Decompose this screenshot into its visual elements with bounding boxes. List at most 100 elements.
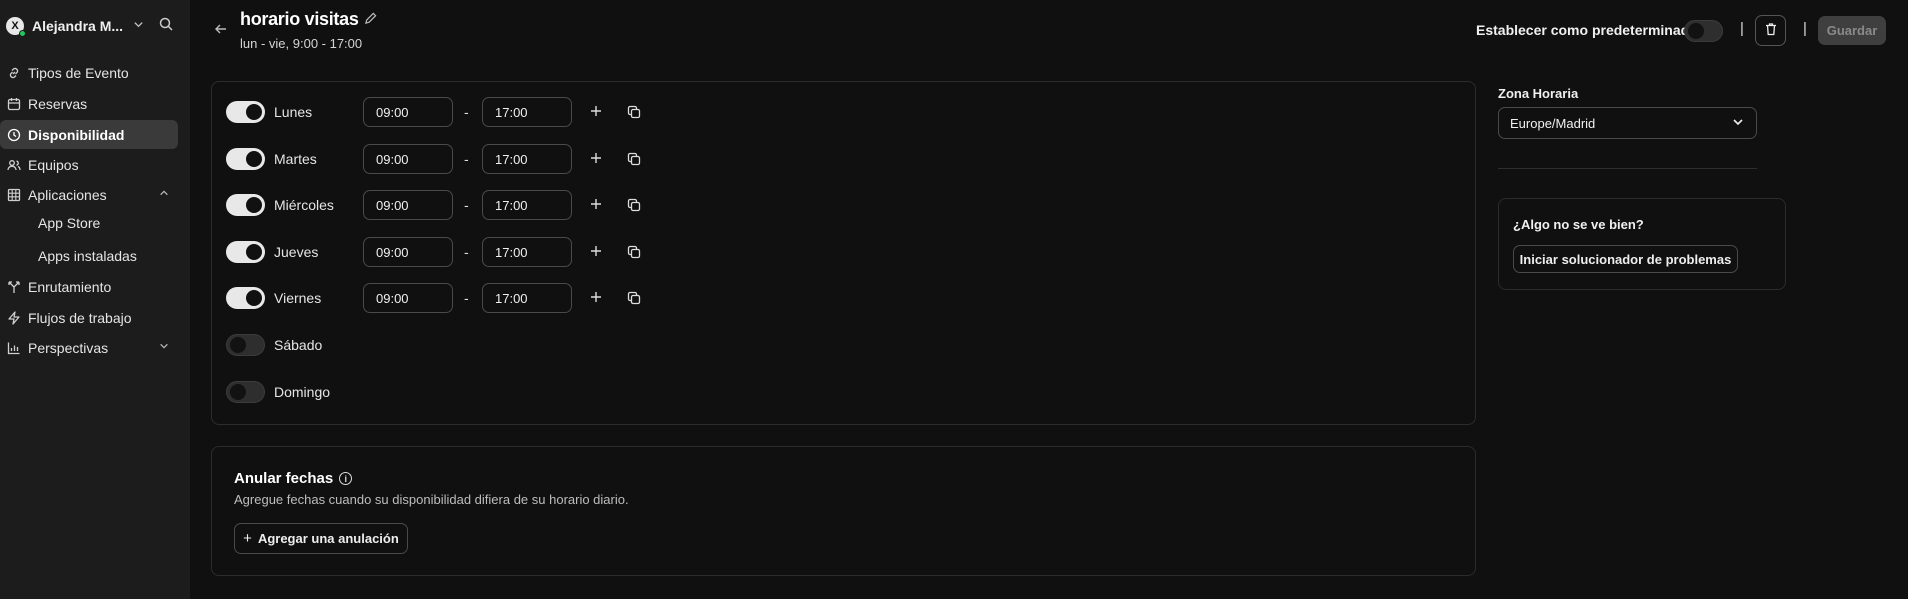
day-label: Miércoles: [274, 197, 334, 213]
save-button[interactable]: Guardar: [1818, 16, 1886, 45]
time-range-separator: -: [464, 151, 469, 167]
back-arrow-icon[interactable]: [214, 22, 228, 40]
user-name: Alejandra M...: [32, 18, 124, 34]
info-icon[interactable]: i: [339, 472, 353, 485]
sidebar-item-event-types[interactable]: Tipos de Evento: [0, 58, 178, 87]
copy-times-icon[interactable]: [627, 291, 643, 307]
start-time-input[interactable]: 09:00: [363, 237, 453, 267]
sidebar-item-label: Equipos: [28, 156, 79, 173]
calendar-icon: [7, 97, 21, 111]
sidebar-item-workflows[interactable]: Flujos de trabajo: [0, 303, 178, 332]
day-toggle[interactable]: [226, 194, 265, 216]
launch-troubleshooter-button[interactable]: Iniciar solucionador de problemas: [1513, 245, 1738, 273]
time-range-separator: -: [464, 197, 469, 213]
page-subtitle: lun - vie, 9:00 - 17:00: [240, 36, 363, 51]
sidebar: X Alejandra M... Tipos de Evento Reserva…: [0, 0, 190, 599]
sidebar-item-label: Disponibilidad: [28, 126, 125, 143]
day-toggle[interactable]: [226, 334, 265, 356]
copy-times-icon[interactable]: [627, 245, 643, 261]
sidebar-item-label: Aplicaciones: [28, 186, 107, 203]
link-icon: [7, 66, 21, 80]
day-label: Viernes: [274, 290, 322, 306]
sidebar-item-teams[interactable]: Equipos: [0, 150, 178, 179]
time-range-separator: -: [464, 104, 469, 120]
time-range-separator: -: [464, 244, 469, 260]
clock-icon: [7, 128, 21, 142]
add-time-slot-icon[interactable]: [590, 242, 602, 262]
sidebar-subitem-label: Apps instaladas: [38, 248, 137, 264]
delete-button[interactable]: [1755, 15, 1786, 46]
zap-icon: [7, 310, 21, 325]
page-title: horario visitas: [240, 9, 377, 30]
date-overrides-title: Anular fechas i: [234, 470, 353, 487]
add-time-slot-icon[interactable]: [590, 102, 602, 122]
split-icon: [7, 280, 21, 294]
add-time-slot-icon[interactable]: [590, 288, 602, 308]
grid-icon: [7, 188, 21, 202]
end-time-input[interactable]: 17:00: [482, 144, 572, 174]
end-time-input[interactable]: 17:00: [482, 190, 572, 220]
chevron-down-icon: [159, 341, 169, 354]
copy-times-icon[interactable]: [627, 198, 643, 214]
trash-icon: [1764, 22, 1778, 39]
start-time-input[interactable]: 09:00: [363, 190, 453, 220]
copy-times-icon[interactable]: [627, 105, 643, 121]
day-label: Lunes: [274, 104, 313, 120]
sidebar-item-apps[interactable]: Aplicaciones: [0, 180, 178, 209]
pencil-icon[interactable]: [364, 12, 377, 28]
set-default-toggle[interactable]: [1684, 20, 1723, 42]
sidebar-item-label: Tipos de Evento: [28, 64, 129, 81]
timezone-select[interactable]: Europe/Madrid: [1498, 107, 1757, 139]
day-toggle[interactable]: [226, 241, 265, 263]
end-time-input[interactable]: 17:00: [482, 237, 572, 267]
date-overrides-card: [211, 446, 1476, 576]
sidebar-item-insights[interactable]: Perspectivas: [0, 333, 178, 362]
copy-times-icon[interactable]: [627, 152, 643, 168]
day-toggle[interactable]: [226, 381, 265, 403]
sidebar-subitem-installed-apps[interactable]: Apps instaladas: [38, 243, 137, 269]
set-default-label: Establecer como predeterminado: [1476, 22, 1698, 38]
day-label: Domingo: [274, 384, 331, 400]
sidebar-item-label: Reservas: [28, 95, 88, 112]
day-toggle[interactable]: [226, 287, 265, 309]
avatar-initial: X: [11, 20, 19, 32]
sidebar-item-routing[interactable]: Enrutamiento: [0, 272, 178, 301]
add-override-button[interactable]: + Agregar una anulación: [234, 523, 408, 554]
chevron-up-icon: [159, 188, 169, 201]
plus-icon: +: [243, 530, 252, 547]
divider: |: [1740, 20, 1744, 37]
end-time-input[interactable]: 17:00: [482, 283, 572, 313]
search-icon[interactable]: [158, 16, 178, 36]
sidebar-item-bookings[interactable]: Reservas: [0, 89, 178, 118]
add-time-slot-icon[interactable]: [590, 149, 602, 169]
start-time-input[interactable]: 09:00: [363, 97, 453, 127]
timezone-value: Europe/Madrid: [1510, 115, 1596, 131]
date-overrides-heading: Anular fechas: [234, 470, 334, 487]
end-time-input[interactable]: 17:00: [482, 97, 572, 127]
add-override-label: Agregar una anulación: [257, 531, 399, 546]
day-label: Martes: [274, 151, 317, 167]
schedule-name: horario visitas: [240, 9, 359, 29]
add-time-slot-icon[interactable]: [590, 195, 602, 215]
day-label: Jueves: [274, 244, 319, 260]
time-range-separator: -: [464, 290, 469, 306]
online-status-dot: [19, 30, 26, 37]
sidebar-item-availability[interactable]: Disponibilidad: [0, 120, 178, 149]
chevron-down-icon: [1732, 116, 1744, 131]
chevron-down-icon: [133, 19, 144, 33]
sidebar-subitem-app-store[interactable]: App Store: [38, 210, 100, 236]
start-time-input[interactable]: 09:00: [363, 283, 453, 313]
sidebar-item-label: Perspectivas: [28, 339, 109, 356]
bar-chart-icon: [7, 341, 21, 355]
day-toggle[interactable]: [226, 101, 265, 123]
date-overrides-description: Agregue fechas cuando su disponibilidad …: [234, 492, 629, 507]
sidebar-item-label: Enrutamiento: [28, 278, 112, 295]
user-menu[interactable]: X Alejandra M...: [6, 14, 178, 38]
troubleshooter-title: ¿Algo no se ve bien?: [1513, 217, 1644, 232]
day-toggle[interactable]: [226, 148, 265, 170]
avatar: X: [6, 17, 26, 37]
sidebar-item-label: Flujos de trabajo: [28, 309, 132, 326]
timezone-label: Zona Horaria: [1498, 86, 1579, 101]
start-time-input[interactable]: 09:00: [363, 144, 453, 174]
divider: |: [1803, 20, 1807, 37]
